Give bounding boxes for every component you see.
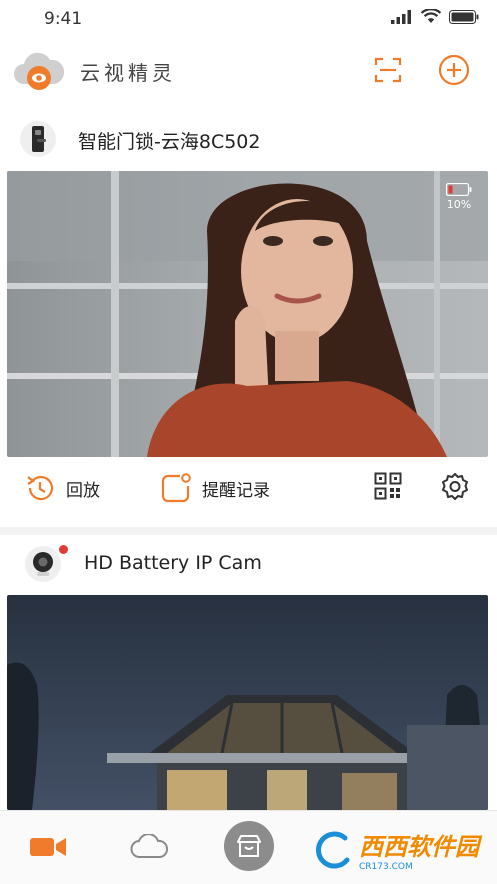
- device-card-header[interactable]: 智能门锁-云海8C502: [0, 115, 497, 165]
- app-header: 云视精灵: [0, 42, 497, 100]
- playback-label: 回放: [66, 480, 100, 501]
- playback-button[interactable]: 回放: [24, 472, 100, 504]
- scan-button[interactable]: [372, 54, 404, 86]
- playback-icon: [27, 475, 54, 501]
- portrait-snapshot-image: [7, 171, 488, 457]
- door-lock-icon: [20, 121, 56, 157]
- notification-dot: [59, 545, 68, 554]
- scan-icon: [374, 57, 402, 83]
- device-name: 智能门锁-云海8C502: [78, 131, 261, 153]
- bottom-tab-bar: 西西软件园 CR173.COM: [0, 810, 497, 884]
- battery-percent: 10%: [446, 198, 472, 211]
- alert-records-button[interactable]: 提醒记录: [160, 472, 270, 504]
- signal-icon: [391, 9, 411, 24]
- cloud-icon: [130, 834, 168, 858]
- add-device-button[interactable]: [438, 54, 470, 86]
- battery-low-icon: [446, 183, 472, 196]
- tab-store[interactable]: [224, 821, 274, 871]
- watermark-logo: 西西软件园 CR173.COM: [315, 827, 479, 872]
- add-icon: [438, 54, 470, 86]
- alert-records-icon: [161, 473, 191, 503]
- camera-preview[interactable]: [7, 595, 488, 810]
- house-snapshot-image: [7, 595, 488, 810]
- section-divider: [0, 527, 497, 535]
- wifi-icon: [421, 9, 441, 23]
- device-actions: 回放 提醒记录: [0, 458, 497, 524]
- status-icons: [391, 9, 479, 24]
- watermark-url: CR173.COM: [359, 862, 413, 872]
- watermark-brand: 西西软件园: [359, 833, 479, 861]
- gear-icon: [442, 473, 468, 500]
- app-title: 云视精灵: [80, 61, 176, 85]
- tab-cloud[interactable]: [127, 827, 171, 867]
- app-logo-icon: [12, 48, 65, 94]
- battery-indicator: 10%: [446, 183, 472, 211]
- qr-code-button[interactable]: [374, 472, 402, 500]
- ip-camera-icon: [25, 546, 61, 582]
- watermark-swirl-icon: [315, 831, 350, 869]
- battery-status-icon: [449, 9, 479, 24]
- status-time: 9:41: [44, 9, 83, 29]
- tab-devices[interactable]: [26, 827, 70, 867]
- qr-code-icon: [374, 472, 402, 500]
- camera-preview[interactable]: 10%: [7, 171, 488, 457]
- device-card-header[interactable]: HD Battery IP Cam: [0, 540, 497, 590]
- store-icon: [237, 835, 261, 857]
- device-name: HD Battery IP Cam: [84, 552, 262, 574]
- status-bar: 9:41: [0, 0, 497, 38]
- device-settings-button[interactable]: [440, 472, 470, 502]
- video-camera-icon: [30, 838, 66, 856]
- alert-records-label: 提醒记录: [202, 480, 270, 501]
